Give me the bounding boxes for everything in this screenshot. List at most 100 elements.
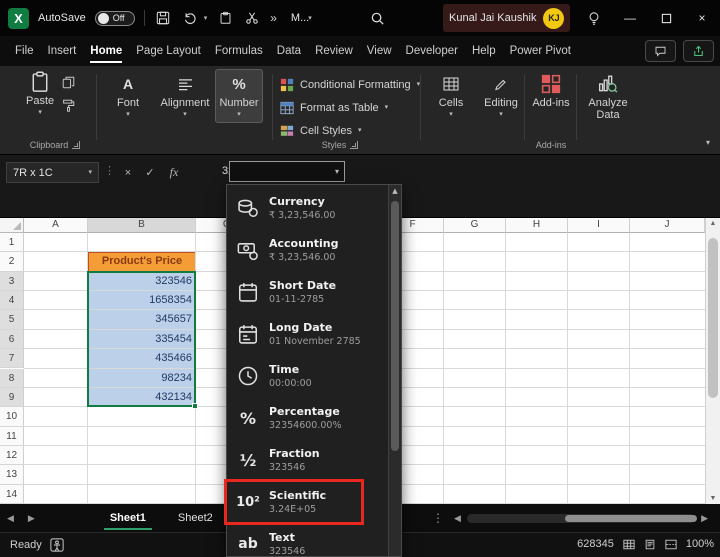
row-header-1[interactable]: 1	[0, 233, 24, 252]
collapse-ribbon-icon[interactable]: ▾	[706, 138, 710, 147]
menu-insert[interactable]: Insert	[41, 38, 84, 64]
menu-developer[interactable]: Developer	[399, 38, 465, 64]
search-icon[interactable]	[368, 9, 386, 27]
menu-help[interactable]: Help	[465, 38, 503, 64]
cell-B2[interactable]: Product's Price	[88, 252, 196, 271]
row-header-10[interactable]: 10	[0, 407, 24, 426]
enter-formula-icon[interactable]: ✓	[140, 162, 160, 183]
column-header-I[interactable]: I	[568, 218, 630, 233]
menu-item-time[interactable]: Time00:00:00	[227, 355, 388, 397]
format-as-table-button[interactable]: Format as Table ▾	[280, 99, 388, 117]
page-break-view-icon[interactable]	[665, 539, 677, 550]
more-commands-icon[interactable]: »	[270, 11, 277, 25]
tips-lightbulb-icon[interactable]	[576, 0, 612, 36]
menu-file[interactable]: File	[8, 38, 41, 64]
column-header-B[interactable]: B	[88, 218, 196, 233]
save-icon[interactable]	[154, 9, 172, 27]
minimize-button[interactable]: —	[612, 0, 648, 36]
alignment-group-button[interactable]: Alignment ▾	[156, 74, 214, 118]
cancel-formula-icon[interactable]: ×	[118, 162, 138, 183]
scrollbar-thumb[interactable]	[565, 515, 697, 522]
row-header-11[interactable]: 11	[0, 427, 24, 446]
row-header-13[interactable]: 13	[0, 465, 24, 484]
menu-data[interactable]: Data	[270, 38, 308, 64]
menu-item-short-date[interactable]: Short Date01-11-2785	[227, 271, 388, 313]
row-header-14[interactable]: 14	[0, 485, 24, 504]
column-header-J[interactable]: J	[630, 218, 705, 233]
normal-view-icon[interactable]	[623, 539, 635, 550]
scroll-right-icon[interactable]: ▶	[699, 513, 710, 524]
menu-review[interactable]: Review	[308, 38, 360, 64]
row-header-8[interactable]: 8	[0, 369, 24, 388]
analyze-data-button[interactable]: Analyze Data	[582, 74, 634, 121]
insert-function-icon[interactable]: fx	[164, 162, 184, 183]
more-options-icon[interactable]: ⋮	[432, 511, 444, 525]
dialog-launcher-icon[interactable]	[350, 141, 358, 149]
row-header-7[interactable]: 7	[0, 349, 24, 368]
undo-icon[interactable]	[181, 9, 199, 27]
editing-group-button[interactable]: Editing ▾	[478, 74, 524, 118]
column-header-G[interactable]: G	[444, 218, 506, 233]
close-button[interactable]: ×	[684, 0, 720, 36]
account-chip[interactable]: Kunal Jai Kaushik KJ	[443, 4, 570, 32]
accessibility-icon[interactable]	[50, 538, 64, 552]
menu-view[interactable]: View	[360, 38, 399, 64]
menu-item-text[interactable]: ab Text323546	[227, 523, 388, 557]
share-button[interactable]	[683, 40, 714, 62]
cut-scissors-icon[interactable]	[243, 9, 261, 27]
name-box[interactable]: 7R x 1C ▾	[6, 162, 99, 183]
horizontal-scrollbar[interactable]: ◀ ▶	[452, 513, 710, 524]
dialog-launcher-icon[interactable]	[72, 141, 80, 149]
autosave-toggle[interactable]: Off	[95, 11, 135, 26]
menu-home[interactable]: Home	[83, 38, 129, 64]
zoom-level[interactable]: 100%	[686, 538, 714, 550]
page-layout-view-icon[interactable]	[644, 539, 656, 550]
maximize-button[interactable]	[648, 0, 684, 36]
scroll-up-icon[interactable]: ▲	[706, 220, 720, 227]
cell-styles-button[interactable]: Cell Styles ▾	[280, 122, 361, 140]
menu-power-pivot[interactable]: Power Pivot	[503, 38, 578, 64]
format-painter-icon[interactable]	[62, 99, 75, 112]
scroll-up-icon[interactable]: ▲	[389, 187, 401, 195]
quick-access-overflow[interactable]: M... ▾	[291, 12, 312, 24]
menu-page-layout[interactable]: Page Layout	[129, 38, 208, 64]
paste-icon[interactable]	[216, 9, 234, 27]
row-header-9[interactable]: 9	[0, 388, 24, 407]
paste-button[interactable]: Paste ▾	[26, 72, 54, 116]
scroll-left-icon[interactable]: ◀	[452, 513, 463, 524]
fill-handle[interactable]	[192, 403, 198, 409]
prev-sheet-icon[interactable]: ◀	[0, 513, 21, 524]
cells-group-button[interactable]: Cells ▾	[430, 74, 472, 118]
row-header-12[interactable]: 12	[0, 446, 24, 465]
row-header-3[interactable]: 3	[0, 272, 24, 291]
scrollbar-thumb[interactable]	[391, 201, 399, 451]
column-header-A[interactable]: A	[24, 218, 88, 233]
scrollbar-thumb[interactable]	[708, 238, 718, 398]
undo-dropdown-icon[interactable]: ▾	[204, 14, 208, 22]
number-format-combobox[interactable]: ▾	[229, 161, 345, 182]
scroll-down-icon[interactable]: ▼	[706, 495, 720, 502]
select-all-corner[interactable]	[0, 218, 24, 233]
row-header-2[interactable]: 2	[0, 252, 24, 271]
font-group-button[interactable]: A Font ▾	[106, 74, 150, 118]
number-group-button[interactable]: % Number ▾	[216, 70, 262, 122]
addins-button[interactable]: Add-ins	[530, 74, 572, 109]
menu-item-long-date[interactable]: Long Date01 November 2785	[227, 313, 388, 355]
menu-item-percentage[interactable]: % Percentage32354600.00%	[227, 397, 388, 439]
sheet-tab-sheet2[interactable]: Sheet2	[162, 504, 229, 532]
row-header-6[interactable]: 6	[0, 330, 24, 349]
next-sheet-icon[interactable]: ▶	[21, 513, 42, 524]
menu-item-currency[interactable]: Currency₹ 3,23,546.00	[227, 187, 388, 229]
menu-formulas[interactable]: Formulas	[208, 38, 270, 64]
vertical-scrollbar[interactable]: ▲ ▼	[705, 218, 720, 504]
copy-icon[interactable]	[62, 76, 75, 89]
sheet-tab-sheet1[interactable]: Sheet1	[94, 504, 162, 532]
column-header-H[interactable]: H	[506, 218, 568, 233]
comments-button[interactable]	[645, 40, 676, 62]
conditional-formatting-button[interactable]: Conditional Formatting ▾	[280, 76, 420, 94]
row-header-4[interactable]: 4	[0, 291, 24, 310]
menu-item-fraction[interactable]: ½ Fraction323546	[227, 439, 388, 481]
scrollbar-track[interactable]	[467, 514, 695, 523]
menu-item-accounting[interactable]: Accounting₹ 3,23,546.00	[227, 229, 388, 271]
row-header-5[interactable]: 5	[0, 310, 24, 329]
